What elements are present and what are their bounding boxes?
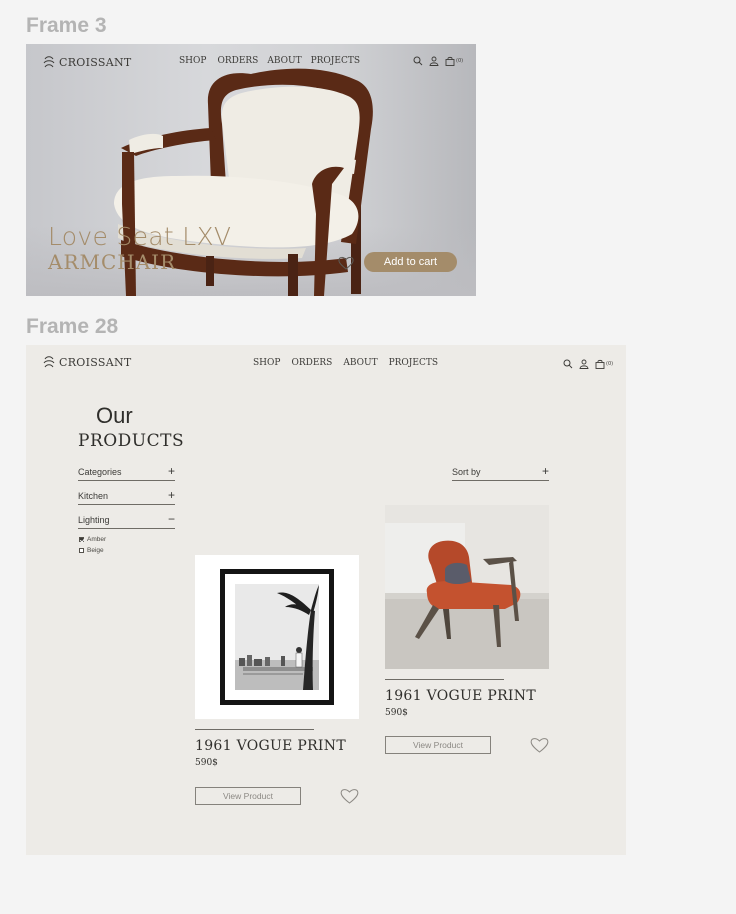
croissant-icon: [43, 56, 55, 68]
plus-icon: +: [541, 464, 549, 478]
product-image[interactable]: [385, 505, 549, 669]
main-nav: SHOP ORDERS ABOUT PROJECTS: [179, 56, 360, 66]
nav-orders[interactable]: ORDERS: [217, 56, 258, 66]
nav-about[interactable]: ABOUT: [343, 358, 377, 368]
heart-icon[interactable]: [340, 788, 359, 804]
cart-count: (0): [606, 361, 614, 367]
product-price: 590$: [385, 708, 408, 718]
brand-logo[interactable]: CROISSANT: [42, 355, 132, 369]
option-amber[interactable]: Amber: [79, 536, 106, 543]
checkbox-unchecked[interactable]: [79, 548, 84, 553]
option-beige[interactable]: Beige: [79, 547, 104, 554]
hero-title: Love Seat LXV: [48, 222, 232, 251]
view-product-button[interactable]: View Product: [195, 787, 301, 805]
checkbox-checked[interactable]: [79, 537, 84, 542]
sort-dropdown[interactable]: Sort by +: [452, 464, 549, 481]
user-icon[interactable]: [579, 359, 589, 369]
filter-lighting[interactable]: Lighting −: [78, 512, 175, 529]
framed-print-image: [220, 569, 334, 705]
filter-label: Kitchen: [78, 491, 109, 501]
bag-icon[interactable]: [595, 359, 605, 369]
product-card: 1961 VOGUE PRINT 590$ View Product: [385, 505, 549, 754]
orange-chair-image: [385, 505, 549, 669]
option-label: Beige: [87, 547, 104, 554]
minus-icon: −: [167, 512, 175, 526]
header-icons: (0): [413, 56, 463, 66]
product-image[interactable]: [195, 555, 359, 719]
nav-orders[interactable]: ORDERS: [291, 358, 332, 368]
frame-28-label: Frame 28: [26, 315, 119, 338]
page-subtitle: PRODUCTS: [78, 431, 185, 451]
nav-shop[interactable]: SHOP: [253, 358, 280, 368]
filter-label: Categories: [78, 467, 122, 477]
heart-icon[interactable]: [338, 256, 354, 270]
logo-text: CROISSANT: [59, 355, 132, 369]
hero-frame: CROISSANT SHOP ORDERS ABOUT PROJECTS (0)…: [26, 44, 476, 296]
page-title: Our: [96, 403, 133, 428]
logo-text: CROISSANT: [59, 55, 132, 69]
add-to-cart-button[interactable]: Add to cart: [364, 252, 457, 272]
products-frame: CROISSANT SHOP ORDERS ABOUT PROJECTS (0)…: [26, 345, 626, 855]
filter-label: Lighting: [78, 515, 110, 525]
nav-about[interactable]: ABOUT: [267, 56, 301, 66]
user-icon[interactable]: [429, 56, 439, 66]
croissant-icon: [43, 356, 55, 368]
filter-categories[interactable]: Categories +: [78, 464, 175, 481]
product-price: 590$: [195, 758, 218, 768]
nav-projects[interactable]: PROJECTS: [311, 56, 360, 66]
product-card: 1961 VOGUE PRINT 590$ View Product: [195, 555, 359, 805]
hero-subtitle: ARMCHAIR: [48, 250, 177, 274]
frame-3-label: Frame 3: [26, 14, 107, 37]
search-icon[interactable]: [413, 56, 423, 66]
main-nav: SHOP ORDERS ABOUT PROJECTS: [253, 358, 438, 368]
bag-icon[interactable]: [445, 56, 455, 66]
header-icons: (0): [563, 359, 613, 369]
search-icon[interactable]: [563, 359, 573, 369]
view-product-button[interactable]: View Product: [385, 736, 491, 754]
option-label: Amber: [87, 536, 107, 543]
sort-label: Sort by: [452, 467, 481, 477]
heart-icon[interactable]: [530, 737, 549, 753]
product-name[interactable]: 1961 VOGUE PRINT: [195, 738, 359, 754]
cart-count: (0): [456, 58, 464, 64]
plus-icon: +: [167, 464, 175, 478]
plus-icon: +: [167, 488, 175, 502]
nav-shop[interactable]: SHOP: [179, 56, 206, 66]
product-name[interactable]: 1961 VOGUE PRINT: [385, 688, 549, 704]
filter-kitchen[interactable]: Kitchen +: [78, 488, 175, 505]
nav-projects[interactable]: PROJECTS: [389, 358, 438, 368]
brand-logo[interactable]: CROISSANT: [42, 55, 132, 69]
